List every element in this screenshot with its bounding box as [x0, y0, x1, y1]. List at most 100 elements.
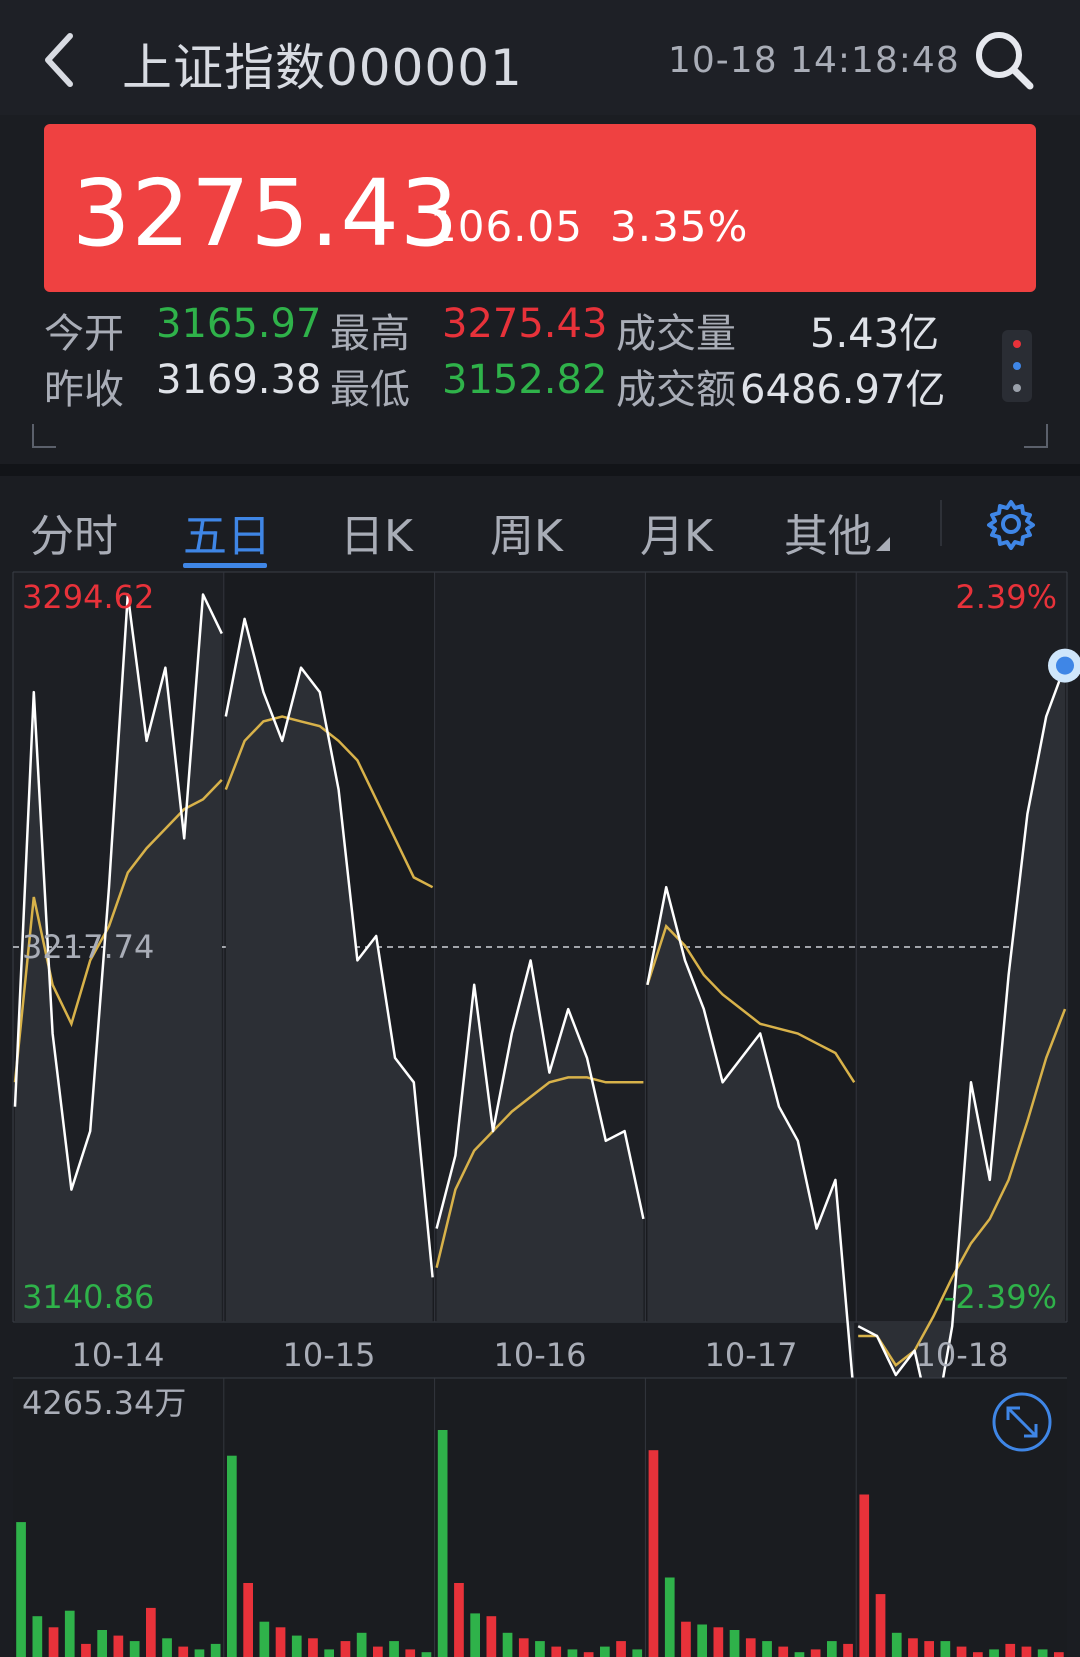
- volume-bar: [32, 1616, 43, 1657]
- timestamp: 10-18 14:18:48: [668, 40, 960, 81]
- volume-bar: [810, 1649, 821, 1657]
- volume-bar: [891, 1632, 902, 1657]
- volume-bar: [616, 1641, 626, 1657]
- volume-bar: [113, 1635, 124, 1657]
- volume-bar: [194, 1649, 205, 1657]
- stats-panel: 今开 3165.97 最高 3275.43 成交量 5.43亿 昨收 3169.…: [0, 295, 1080, 455]
- volume-bar: [778, 1646, 789, 1657]
- corner-mark-right: [1024, 424, 1048, 448]
- volume-bar: [518, 1638, 529, 1657]
- volume-bar: [259, 1621, 270, 1657]
- tab-monthly-k[interactable]: 月K: [640, 500, 713, 564]
- volume-bar: [146, 1607, 156, 1657]
- volume-label: 成交量: [616, 311, 736, 357]
- volume-bar: [924, 1641, 934, 1657]
- volume-bar: [648, 1450, 659, 1657]
- volume-bar: [1005, 1643, 1016, 1657]
- volume-bar: [551, 1646, 562, 1657]
- volume-bar: [502, 1632, 513, 1657]
- x-label-day4: 10-17: [705, 1336, 798, 1374]
- volume-bar: [762, 1641, 772, 1657]
- open-label: 今开: [44, 311, 124, 357]
- volume-bar: [1054, 1652, 1064, 1657]
- volume-bar: [713, 1627, 724, 1657]
- x-label-day2: 10-15: [283, 1336, 376, 1374]
- volume-bar: [827, 1641, 837, 1657]
- gray-dot: [1013, 384, 1021, 392]
- volume-bar: [356, 1632, 367, 1657]
- period-tabs: 分时 五日 日K 周K 月K 其他: [0, 478, 1080, 570]
- volume-value: 5.43亿: [810, 311, 940, 357]
- volume-bar: [794, 1652, 805, 1657]
- pct-min-label: -2.39%: [944, 1278, 1057, 1316]
- dropdown-caret-icon: [876, 537, 890, 551]
- high-value: 3275.43: [442, 301, 608, 347]
- volume-bar: [81, 1643, 91, 1657]
- volume-bar: [843, 1643, 853, 1657]
- x-label-day5: 10-18: [916, 1336, 1009, 1374]
- active-tab-indicator: [183, 563, 267, 568]
- page-title: 上证指数000001: [122, 39, 523, 97]
- volume-bar: [875, 1594, 886, 1657]
- back-icon[interactable]: [38, 30, 84, 90]
- price-panel: 3275.43 106.05 3.35%: [44, 124, 1036, 292]
- volume-bar: [437, 1430, 448, 1657]
- prev-close-value: 3169.38: [156, 357, 322, 403]
- volume-bar: [1021, 1646, 1032, 1657]
- tab-other[interactable]: 其他: [784, 500, 872, 564]
- volume-bar: [97, 1630, 107, 1657]
- x-label-day3: 10-16: [494, 1336, 587, 1374]
- volume-bar: [989, 1649, 999, 1657]
- volume-bar: [745, 1638, 756, 1657]
- volume-bar: [535, 1641, 545, 1657]
- volume-bar: [308, 1638, 318, 1657]
- volume-bar: [129, 1641, 140, 1657]
- tab-daily-k[interactable]: 日K: [340, 500, 413, 564]
- volume-bar: [48, 1627, 59, 1657]
- search-icon[interactable]: [972, 28, 1036, 92]
- volume-bar: [908, 1638, 918, 1657]
- y-min-label: 3140.86: [22, 1278, 154, 1316]
- prev-close-label: 昨收: [44, 367, 124, 413]
- volume-bar: [956, 1646, 967, 1657]
- tab-divider: [940, 500, 942, 546]
- red-dot: [1013, 340, 1021, 348]
- five-day-chart: 3294.62 3217.74 3140.86 2.39% -2.39% 10-…: [12, 571, 1080, 1657]
- volume-bar: [454, 1583, 464, 1657]
- volume-bar: [632, 1649, 643, 1657]
- volume-bar: [940, 1641, 951, 1657]
- low-value: 3152.82: [442, 357, 608, 403]
- open-value: 3165.97: [156, 301, 322, 347]
- volume-bar: [664, 1577, 675, 1657]
- volume-bar: [859, 1494, 870, 1657]
- x-label-day1: 10-14: [72, 1336, 165, 1374]
- pct-max-label: 2.39%: [955, 578, 1057, 616]
- volume-bar: [373, 1646, 383, 1657]
- y-mid-label: 3217.74: [22, 928, 154, 966]
- volume-bar: [178, 1646, 189, 1657]
- volume-bar: [16, 1522, 26, 1657]
- volume-bar: [973, 1652, 983, 1657]
- volume-bar: [600, 1646, 610, 1657]
- amount-label: 成交额: [616, 367, 736, 413]
- more-dots-icon[interactable]: [1002, 330, 1032, 402]
- volume-bar: [324, 1649, 334, 1657]
- tab-weekly-k[interactable]: 周K: [490, 500, 563, 564]
- volume-bar: [697, 1624, 707, 1657]
- volume-bar: [470, 1613, 480, 1657]
- tab-intraday[interactable]: 分时: [30, 500, 118, 564]
- volume-bar: [567, 1649, 578, 1657]
- volume-bar: [583, 1652, 594, 1657]
- volume-bar: [389, 1641, 399, 1657]
- price-change: 106.05: [430, 202, 583, 251]
- volume-bar: [243, 1583, 253, 1657]
- volume-max-label: 4265.34万: [22, 1384, 186, 1422]
- volume-bar: [210, 1643, 221, 1657]
- tab-five-day[interactable]: 五日: [183, 500, 271, 564]
- amount-value: 6486.97亿: [740, 367, 946, 413]
- volume-bar: [227, 1455, 237, 1657]
- volume-bar: [681, 1621, 691, 1657]
- volume-bar: [1037, 1649, 1048, 1657]
- high-label: 最高: [330, 311, 410, 357]
- gear-icon[interactable]: [985, 498, 1037, 550]
